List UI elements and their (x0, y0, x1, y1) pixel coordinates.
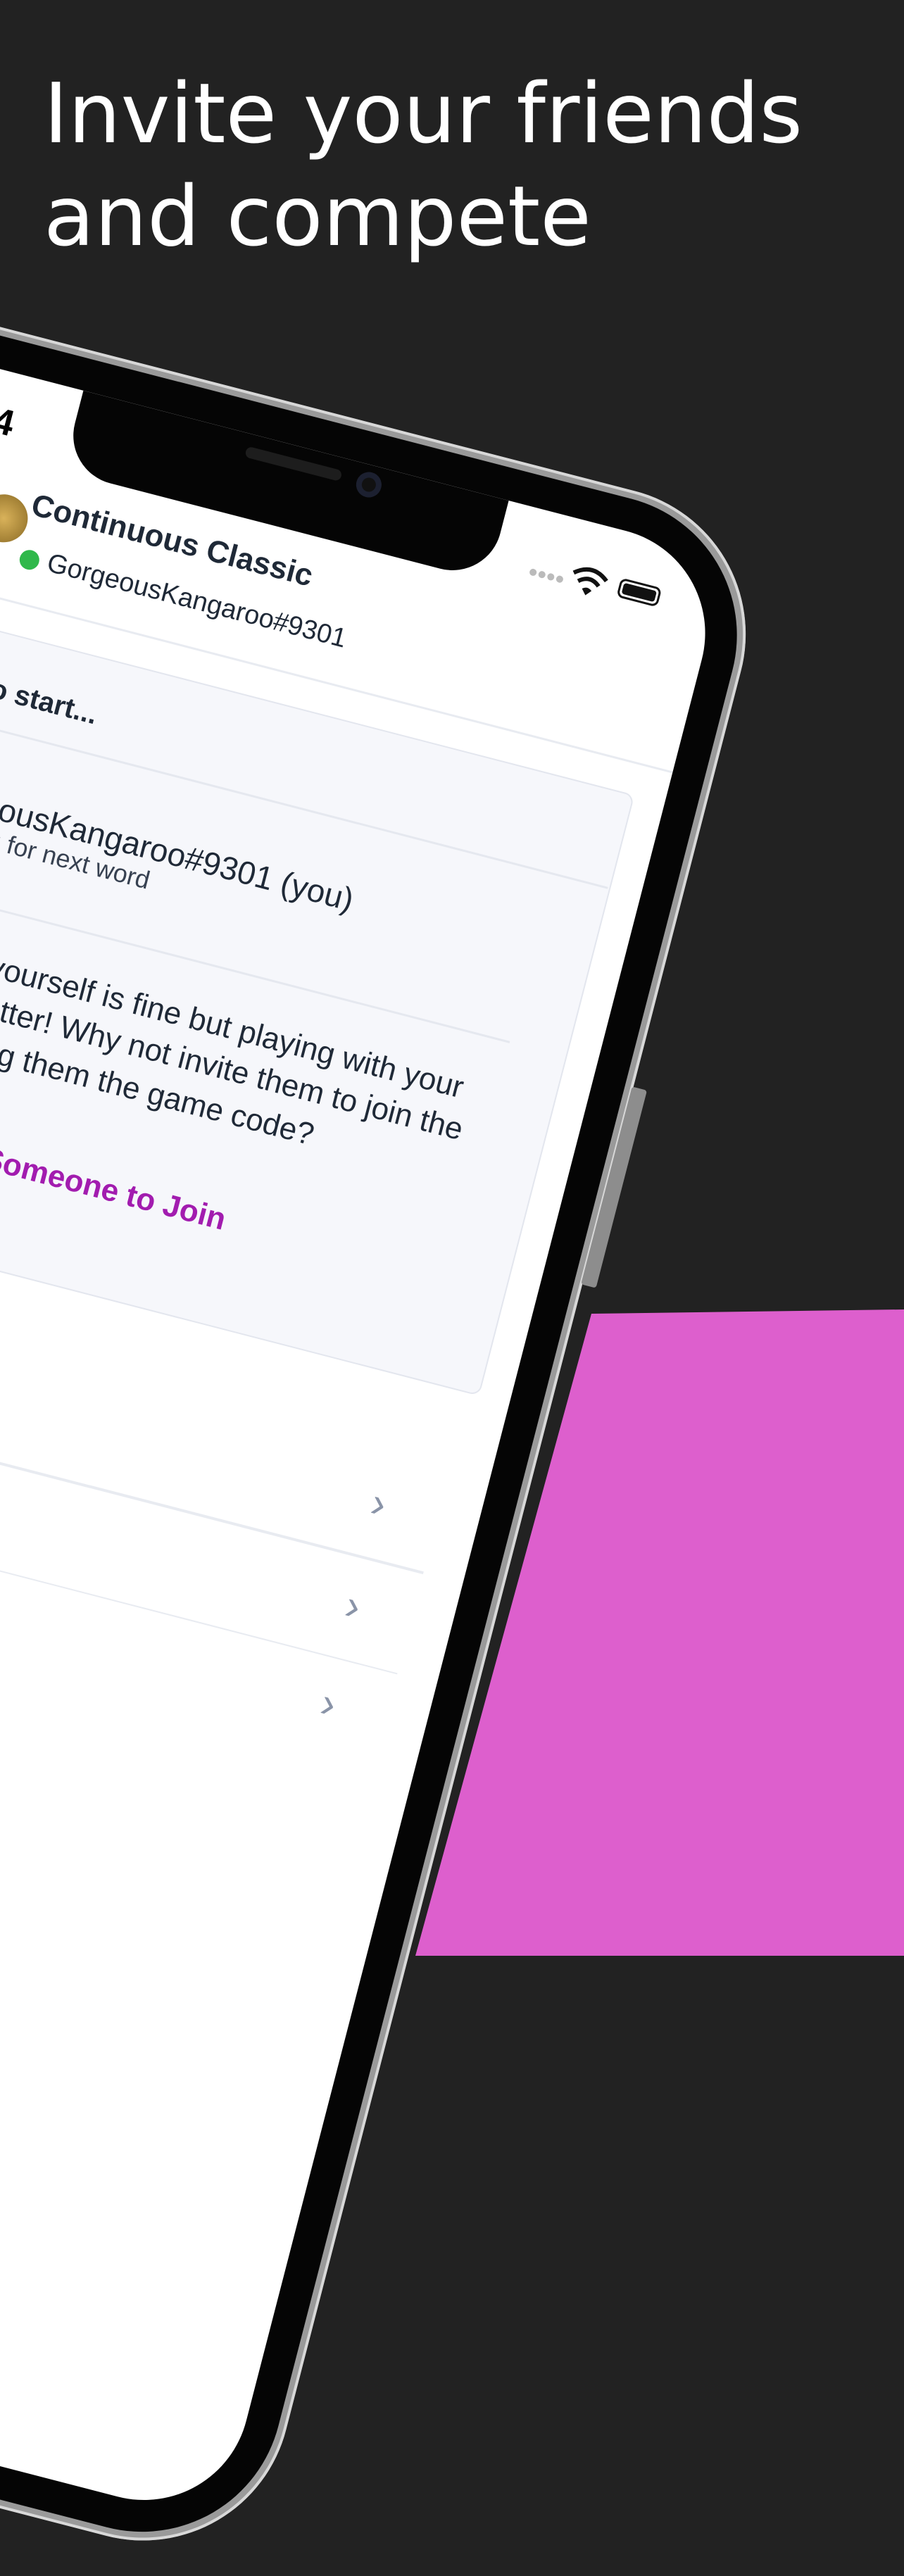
camera-icon (353, 469, 384, 501)
chevron-right-icon[interactable]: › (366, 1478, 392, 1528)
list-divider (0, 1358, 424, 1575)
signal-icon (528, 566, 567, 587)
online-status-icon (17, 548, 42, 572)
chevron-right-icon[interactable]: › (316, 1678, 342, 1728)
chevron-right-icon[interactable]: › (340, 1580, 366, 1631)
battery-icon (616, 577, 663, 608)
status-time: 9:24 (0, 387, 19, 445)
wifi-icon (566, 563, 611, 604)
headline-line-1: Invite your friends (44, 65, 803, 162)
headline-line-2: and compete (44, 168, 591, 265)
headline: Invite your friends and compete (44, 62, 803, 268)
list-divider (0, 1459, 398, 1675)
